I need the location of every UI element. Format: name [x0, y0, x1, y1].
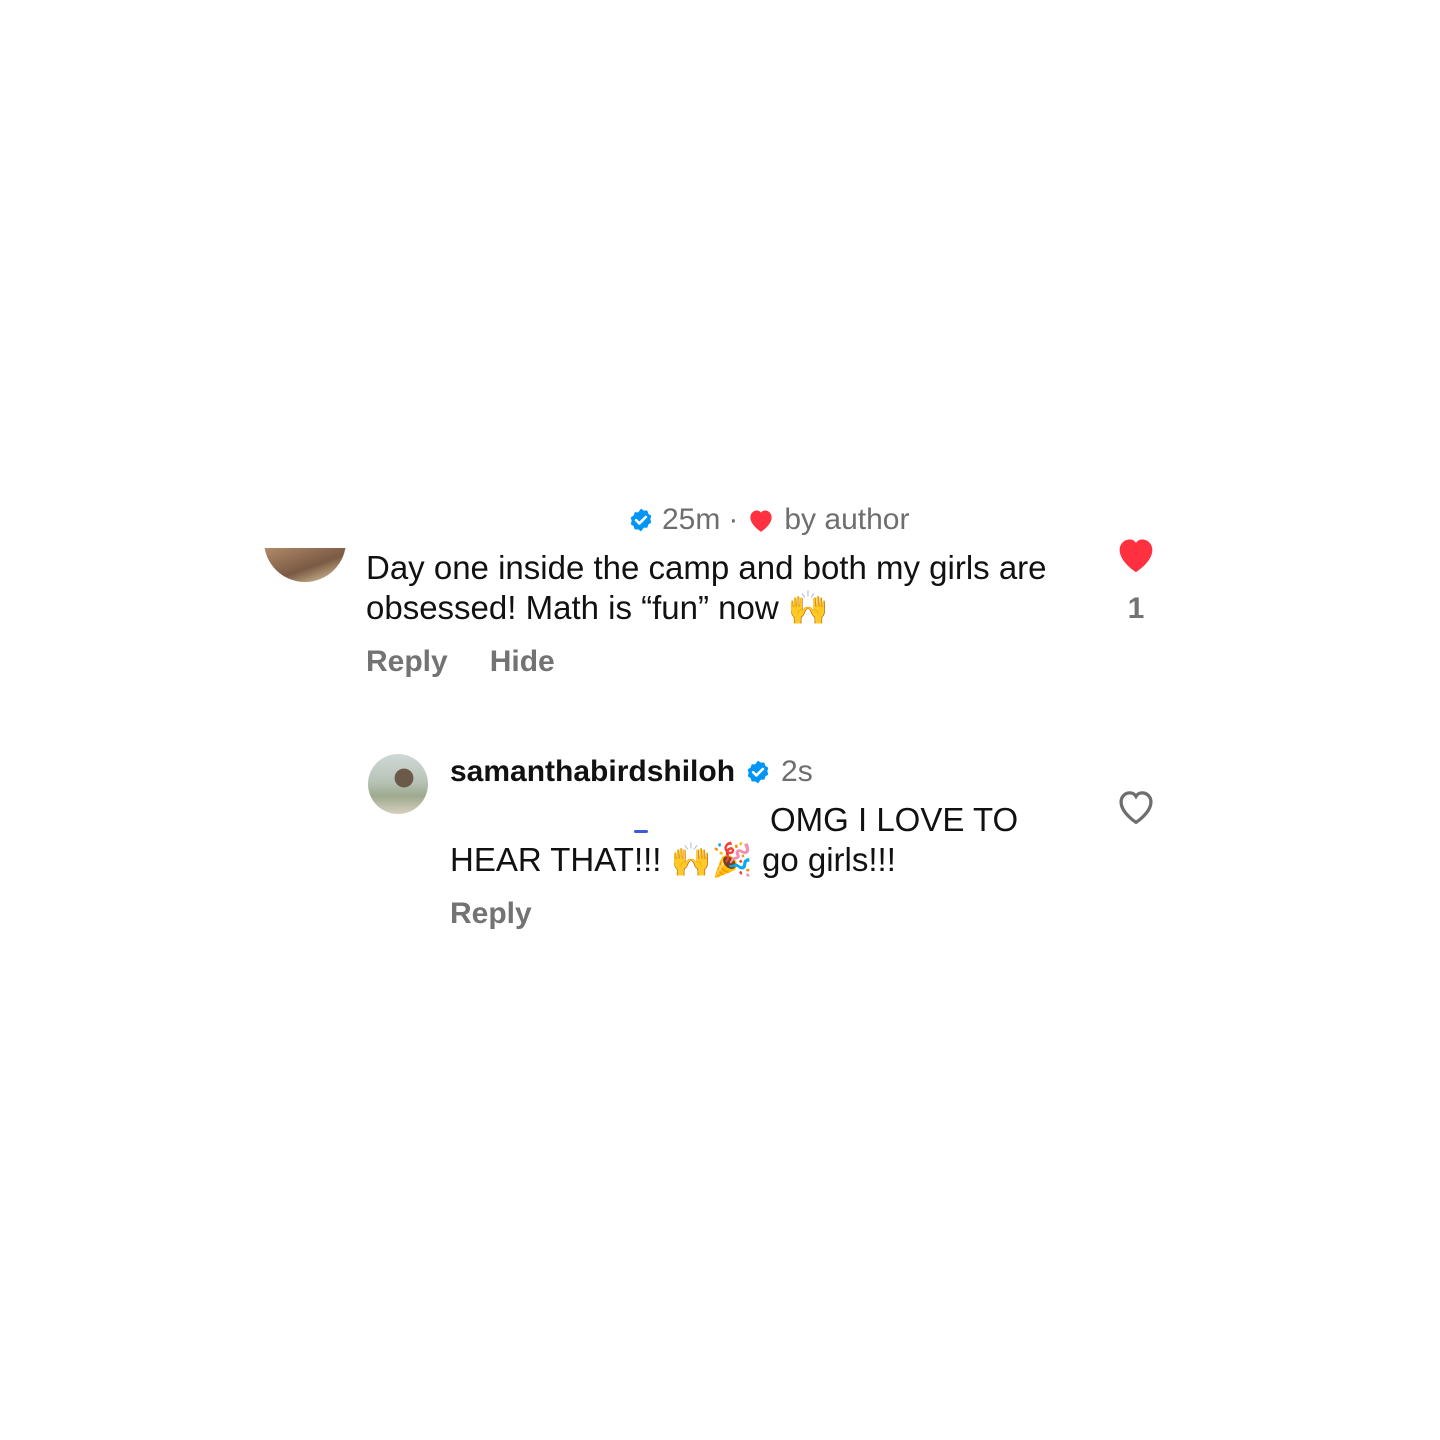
reply-text-line2: HEAR THAT!!! 🙌🎉 go girls!!! — [450, 841, 896, 878]
reply-header: samanthabirdshiloh 2s — [450, 752, 813, 792]
comment-actions: Reply Hide — [366, 645, 555, 679]
comment-time: 25m — [662, 503, 721, 536]
reply-button[interactable]: Reply — [450, 897, 532, 930]
verified-badge-icon — [747, 760, 769, 784]
reply-time: 2s — [781, 755, 813, 788]
heart-filled-icon[interactable] — [1114, 534, 1158, 574]
heart-small-icon — [750, 510, 772, 532]
hide-button[interactable]: Hide — [490, 645, 555, 679]
comment-meta: 25m · by author — [628, 500, 909, 540]
reply-button[interactable]: Reply — [366, 645, 448, 679]
meta-separator: · — [728, 503, 739, 536]
reply-actions: Reply — [450, 897, 532, 931]
like-count[interactable]: 1 — [1100, 592, 1172, 626]
reply-text-line1: OMG I LOVE TO — [770, 801, 1019, 838]
text-artifact — [634, 830, 648, 833]
comment-text: Day one inside the camp and both my girl… — [366, 549, 1047, 626]
avatar-crop-mask — [240, 470, 380, 548]
reply-avatar[interactable] — [368, 754, 428, 814]
liked-by-author-label: by author — [784, 503, 910, 536]
verified-badge-icon — [630, 508, 652, 532]
heart-outline-icon[interactable] — [1114, 786, 1158, 826]
reply-username[interactable]: samanthabirdshiloh — [450, 755, 735, 789]
